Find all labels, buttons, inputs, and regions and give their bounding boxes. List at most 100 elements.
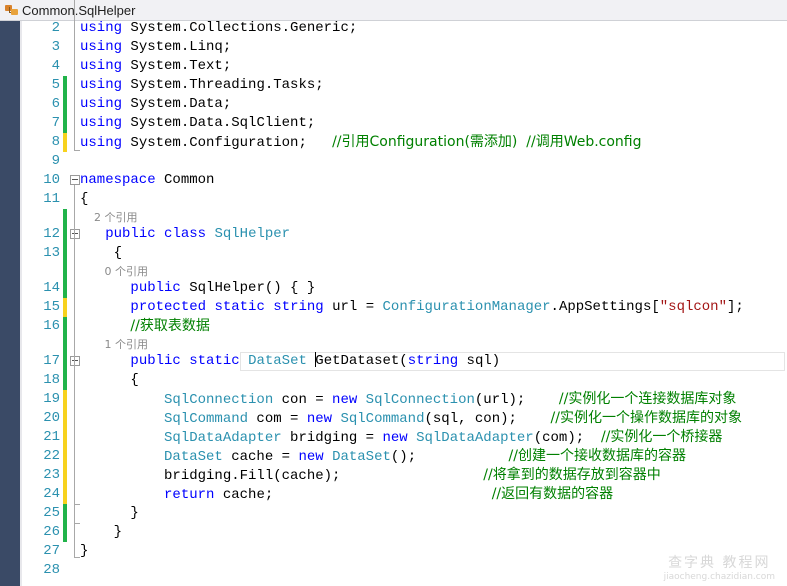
line-number: 4 xyxy=(51,58,60,74)
saved-change-marker xyxy=(63,352,67,371)
code-line[interactable]: 11 { xyxy=(22,190,787,209)
code-text: public SqlHelper() { } xyxy=(80,279,315,298)
saved-change-marker xyxy=(63,279,67,298)
code-token: com = xyxy=(248,411,307,427)
line-number: 14 xyxy=(43,280,60,296)
line-number: 6 xyxy=(51,96,60,112)
keyword-token: using xyxy=(80,135,123,151)
code-token: { xyxy=(80,191,89,207)
code-token: url = xyxy=(323,299,383,315)
code-line[interactable]: 7 using System.Data.SqlClient; xyxy=(22,114,787,133)
saved-change-marker xyxy=(63,225,67,244)
code-line[interactable]: 24 return cache; //返回有数据的容器 xyxy=(22,485,787,504)
code-line[interactable]: 10 namespace Common xyxy=(22,171,787,190)
type-token: SqlConnection xyxy=(365,392,475,408)
code-line[interactable]: 6 using System.Data; xyxy=(22,95,787,114)
keyword-token: protected xyxy=(130,299,207,315)
code-line[interactable]: 14 public SqlHelper() { } xyxy=(22,279,787,298)
type-token: SqlDataAdapter xyxy=(164,430,282,446)
line-number: 5 xyxy=(51,77,60,93)
code-text: //获取表数据 xyxy=(80,317,209,337)
reference-count-lens[interactable]: 2 个引用 xyxy=(80,211,138,225)
watermark-line1: 查字典 教程网 xyxy=(668,555,771,571)
code-token: SqlHelper() { } xyxy=(180,280,316,296)
saved-change-marker xyxy=(63,523,67,542)
line-number: 28 xyxy=(43,562,60,578)
code-line[interactable]: 13 { xyxy=(22,244,787,263)
saved-change-marker xyxy=(63,504,67,523)
code-token: Common xyxy=(155,172,215,188)
code-line[interactable]: 25 } xyxy=(22,504,787,523)
code-line[interactable]: 8 using System.Configuration; //引用Configu… xyxy=(22,133,787,152)
code-token: { xyxy=(80,372,139,388)
code-token: bridging.Fill(cache); xyxy=(80,468,484,484)
code-text: using System.Threading.Tasks; xyxy=(80,76,324,95)
saved-change-marker xyxy=(63,244,67,263)
collapse-icon[interactable] xyxy=(70,175,80,185)
type-token: ConfigurationManager xyxy=(382,299,551,315)
code-line[interactable]: 20 SqlCommand com = new SqlCommand(sql, … xyxy=(22,409,787,428)
code-token: } xyxy=(80,543,89,559)
navigation-bar[interactable]: Common.SqlHelper xyxy=(0,0,787,21)
code-text: { xyxy=(80,244,122,263)
navigation-bar-title[interactable]: Common.SqlHelper xyxy=(22,3,135,18)
code-text: return cache; //返回有数据的容器 xyxy=(80,485,613,505)
code-line[interactable]: 17 public static DataSet GetDataset(stri… xyxy=(22,352,787,371)
code-text: { xyxy=(80,371,139,390)
line-number: 12 xyxy=(43,226,60,242)
code-line[interactable]: 19 SqlConnection con = new SqlConnection… xyxy=(22,390,787,409)
line-number: 19 xyxy=(43,391,60,407)
code-line[interactable]: 21 SqlDataAdapter bridging = new SqlData… xyxy=(22,428,787,447)
line-number: 18 xyxy=(43,372,60,388)
code-line[interactable]: 5 using System.Threading.Tasks; xyxy=(22,76,787,95)
change-marker xyxy=(63,263,67,279)
saved-change-marker xyxy=(63,95,67,114)
code-token: (sql, con); xyxy=(424,411,551,427)
code-line[interactable]: 3 using System.Linq; xyxy=(22,38,787,57)
type-token: DataSet xyxy=(248,353,307,369)
code-line[interactable]: 4 using System.Text; xyxy=(22,57,787,76)
code-token: System.Threading.Tasks; xyxy=(122,77,324,93)
comment-token: //将拿到的数据存放到容器中 xyxy=(483,467,661,483)
line-number: 13 xyxy=(43,245,60,261)
outline-guide xyxy=(74,0,75,150)
code-line[interactable]: 15 protected static string url = Configu… xyxy=(22,298,787,317)
code-text: protected static string url = Configurat… xyxy=(80,298,743,317)
unsaved-change-marker xyxy=(63,409,67,428)
keyword-token: static xyxy=(214,299,265,315)
code-token: } xyxy=(80,524,123,540)
code-line[interactable]: 26 } xyxy=(22,523,787,542)
reference-count-lens[interactable]: 0 个引用 xyxy=(80,265,148,279)
left-panel-edge xyxy=(0,0,20,586)
keyword-token: using xyxy=(80,96,123,112)
unsaved-change-marker xyxy=(63,133,67,152)
code-text: public class SqlHelper xyxy=(80,225,290,244)
saved-change-marker xyxy=(63,76,67,95)
collapse-icon[interactable] xyxy=(70,229,80,239)
type-token: DataSet xyxy=(332,449,391,465)
keyword-token: class xyxy=(164,226,207,242)
code-line[interactable]: 23 bridging.Fill(cache); //将拿到的数据存放到容器中 xyxy=(22,466,787,485)
reference-count-lens[interactable]: 1 个引用 xyxy=(80,338,148,352)
code-token: System.Data; xyxy=(122,96,232,112)
collapse-icon[interactable] xyxy=(70,356,80,366)
code-line[interactable]: 9 xyxy=(22,152,787,171)
code-line[interactable]: 16 //获取表数据 xyxy=(22,317,787,336)
line-number: 20 xyxy=(43,410,60,426)
line-number: 3 xyxy=(51,39,60,55)
keyword-token: return xyxy=(164,487,215,503)
code-line[interactable]: 2 using System.Collections.Generic; xyxy=(22,19,787,38)
keyword-token: using xyxy=(80,58,123,74)
change-marker xyxy=(63,209,67,225)
code-editor[interactable]: 2 using System.Collections.Generic; 3 using… xyxy=(22,0,787,586)
code-token: cache; xyxy=(214,487,492,503)
code-token: System.Text; xyxy=(122,58,232,74)
code-line[interactable]: 12 public class SqlHelper xyxy=(22,225,787,244)
comment-token: //实例化一个操作数据库的对象 xyxy=(550,410,742,426)
code-line[interactable]: 22 DataSet cache = new DataSet(); //创建一个… xyxy=(22,447,787,466)
code-line[interactable]: 18 { xyxy=(22,371,787,390)
code-token: System.Linq; xyxy=(122,39,232,55)
